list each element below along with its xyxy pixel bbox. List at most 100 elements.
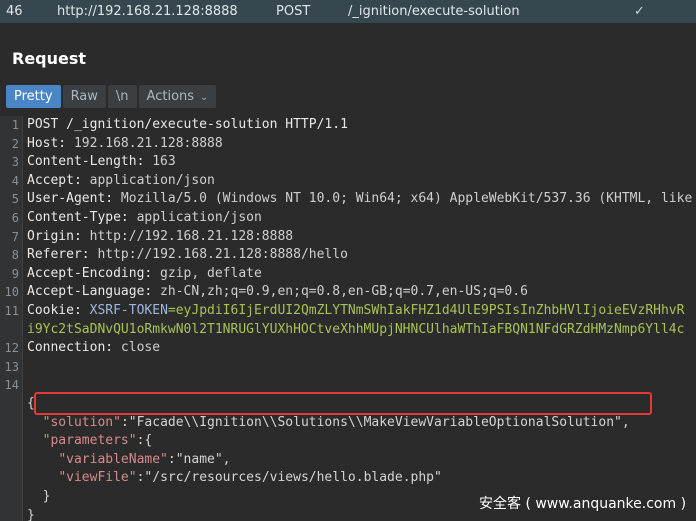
code-line: "variableName":"name", [0,451,696,469]
token: } [27,489,51,504]
token: Origin: [27,228,82,244]
line-number: 11 [4,304,19,318]
view-tabs: Pretty Raw \n Actions ⌄ [6,85,218,108]
token: =eyJpdiI6IjErdUI2QmZLYTNmSWhIakFHZ1d4UlE… [167,303,685,318]
token: close [113,340,161,356]
line-text: "viewFile":"/src/resources/views/hello.b… [27,469,442,487]
token: 163 [144,154,176,170]
tab-newline[interactable]: \n [107,85,137,108]
chevron-down-icon: ⌄ [200,92,209,103]
request-host: http://192.168.21.128:8888 [57,4,238,19]
line-number: 9 [11,266,19,281]
line-number: 3 [11,155,19,170]
token: "solution" [42,414,121,430]
actions-label: Actions [146,89,195,104]
token: Mozilla/5.0 (Windows NT 10.0; Win64; x64… [113,191,693,207]
watermark: 安全客 ( www.anquanke.com ) [479,496,687,512]
line-text: "variableName":"name", [27,451,231,469]
token: :"name", [167,451,231,467]
line-number: 5 [11,192,19,207]
token: Content-Type: [27,210,129,225]
line-text: Accept: application/json [27,172,215,190]
token: gzip, deflate [152,265,262,281]
line-number: 1 [11,118,19,132]
code-line: "solution":"Facade\\Ignition\\Solutions\… [0,414,696,432]
tab-pretty[interactable]: Pretty [6,85,61,108]
line-text: Content-Type: application/json [27,209,262,227]
request-path: /_ignition/execute-solution [348,4,520,19]
request-method: POST [276,4,311,19]
token: } [27,507,35,521]
line-text: Origin: http://192.168.21.128:8888 [27,228,293,246]
token: http://192.168.21.128:8888 [81,228,294,244]
code-line: 9 Accept-Encoding: gzip, deflate [0,265,696,283]
line-number: 7 [11,229,19,244]
tab-raw[interactable]: Raw [62,85,106,108]
line-text: Cookie: XSRF-TOKEN=eyJpdiI6IjErdUI2QmZLY… [27,302,684,320]
line-number: 2 [11,136,19,151]
code-line: "viewFile":"/src/resources/views/hello.b… [0,469,696,487]
token: Connection: [27,340,114,356]
code-line: 13 [0,358,696,376]
token: http://192.168.21.128:8888/hello [89,247,348,263]
token: "viewFile" [58,470,137,486]
line-number: 4 [11,173,19,188]
code-line: "parameters":{ [0,432,696,450]
line-number: 10 [4,285,19,300]
panel-title: Request [12,49,87,68]
line-text: Content-Length: 163 [27,153,176,171]
token: 192.168.21.128:8888 [66,135,223,151]
token: :"Facade\\Ignition\\Solutions\\MakeViewV… [120,414,630,430]
code-line: 11 Cookie: XSRF-TOKEN=eyJpdiI6IjErdUI2QmZ… [0,302,696,320]
line-text: Referer: http://192.168.21.128:8888/hell… [27,246,348,264]
line-text: POST /_ignition/execute-solution HTTP/1.… [27,116,348,134]
line-text: "parameters":{ [27,432,153,450]
code-line: 6 Content-Type: application/json [0,209,696,227]
code-line: 2 Host: 192.168.21.128:8888 [0,135,696,153]
actions-menu[interactable]: Actions ⌄ [138,85,217,108]
line-text: Accept-Encoding: gzip, deflate [27,265,262,283]
line-number: 6 [11,211,19,225]
request-editor[interactable]: 1 POST /_ignition/execute-solution HTTP/1… [0,116,696,521]
code-line: 1 POST /_ignition/execute-solution HTTP/1… [0,116,696,134]
line-text: User-Agent: Mozilla/5.0 (Windows NT 10.0… [27,190,692,208]
token: POST /_ignition/execute-solution HTTP/1.… [27,117,348,132]
highlight-box [34,392,652,415]
code-line: 12 Connection: close [0,339,696,357]
code-line: 10 Accept-Language: zh-CN,zh;q=0.9,en;q=0… [0,283,696,301]
check-icon: ✓ [634,4,645,19]
code-line: i9Yc2tSaDNvQU1oRmkwN0l2T1NRUGlYUXhHOCtve… [0,321,696,339]
token: Host: [27,135,67,151]
code-line: 3 Content-Length: 163 [0,153,696,171]
token: "variableName" [58,451,168,467]
line-text: Connection: close [27,339,160,357]
token: :{ [136,433,153,449]
code-line: 7 Origin: http://192.168.21.128:8888 [0,228,696,246]
token: Cookie: [27,303,82,318]
token: :"/src/resources/views/hello.blade.php" [136,470,442,486]
line-text: Host: 192.168.21.128:8888 [27,135,223,153]
token: "parameters" [42,433,137,449]
line-number: 8 [11,248,19,263]
line-number: 13 [4,359,19,374]
token: application/json [128,210,262,225]
request-number: 46 [6,4,23,19]
line-text: } [27,507,35,521]
line-number: 12 [4,341,19,356]
line-text: } [27,488,51,506]
token: XSRF-TOKEN [81,303,168,318]
token: zh-CN,zh;q=0.9,en;q=0.8,en-GB;q=0.7,en-U… [152,284,528,300]
line-text: "solution":"Facade\\Ignition\\Solutions\… [27,414,630,432]
token: Referer: [27,247,90,263]
code-line: 8 Referer: http://192.168.21.128:8888/hel… [0,246,696,264]
token: Accept-Language: [27,284,153,300]
line-text: i9Yc2tSaDNvQU1oRmkwN0l2T1NRUGlYUXhHOCtve… [27,321,684,339]
history-row[interactable]: 46 http://192.168.21.128:8888 POST /_ign… [0,0,696,23]
code-line: 4 Accept: application/json [0,172,696,190]
token: i9Yc2tSaDNvQU1oRmkwN0l2T1NRUGlYUXhHOCtve… [27,321,685,337]
token: application/json [81,172,215,188]
